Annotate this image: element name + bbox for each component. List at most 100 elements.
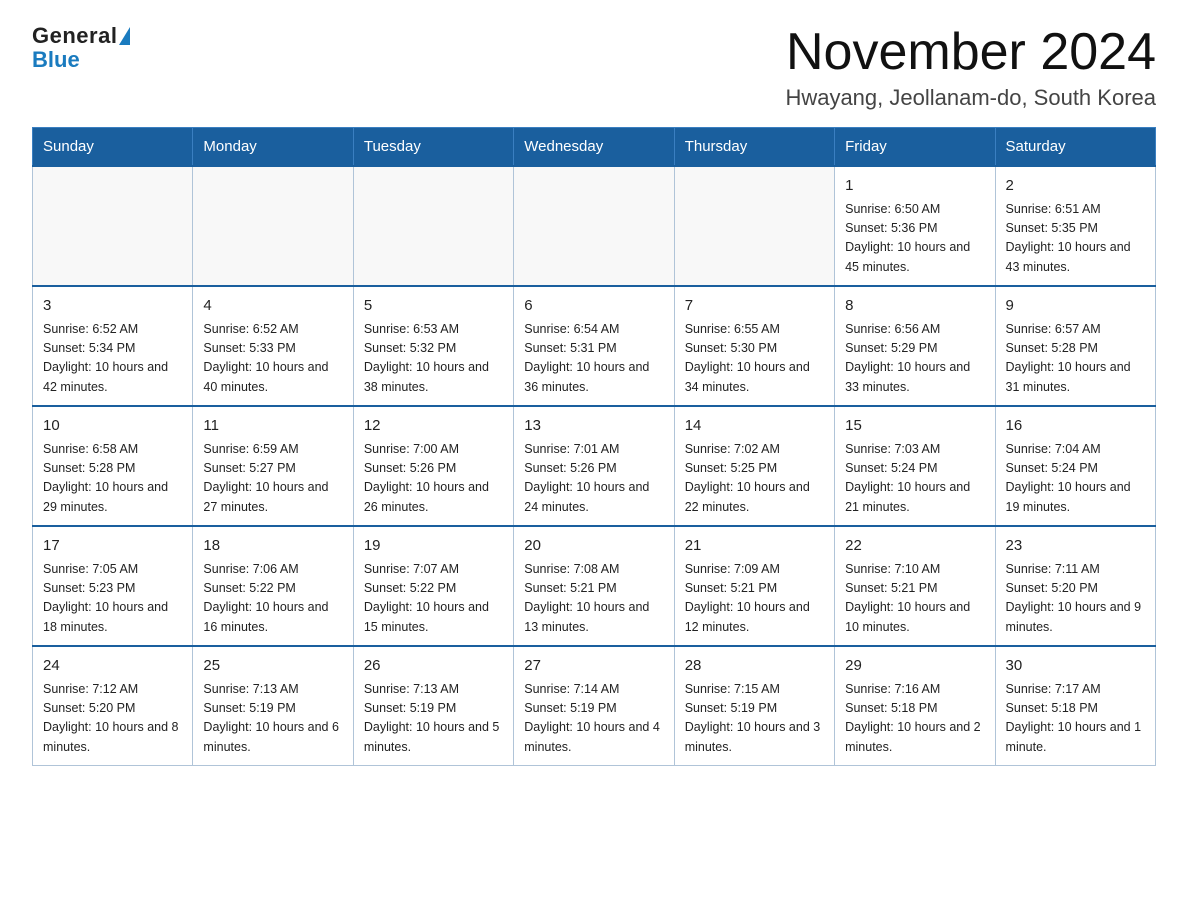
- day-info: Sunrise: 6:53 AMSunset: 5:32 PMDaylight:…: [364, 320, 503, 398]
- calendar-cell: 19Sunrise: 7:07 AMSunset: 5:22 PMDayligh…: [353, 526, 513, 646]
- calendar-cell: 5Sunrise: 6:53 AMSunset: 5:32 PMDaylight…: [353, 286, 513, 406]
- weekday-header-wednesday: Wednesday: [514, 128, 674, 167]
- calendar-cell: 20Sunrise: 7:08 AMSunset: 5:21 PMDayligh…: [514, 526, 674, 646]
- day-number: 27: [524, 655, 663, 678]
- calendar-cell: [353, 166, 513, 286]
- day-info: Sunrise: 7:09 AMSunset: 5:21 PMDaylight:…: [685, 560, 824, 638]
- day-number: 29: [845, 655, 984, 678]
- day-info: Sunrise: 6:55 AMSunset: 5:30 PMDaylight:…: [685, 320, 824, 398]
- day-number: 17: [43, 535, 182, 558]
- day-info: Sunrise: 7:13 AMSunset: 5:19 PMDaylight:…: [203, 680, 342, 758]
- day-info: Sunrise: 7:13 AMSunset: 5:19 PMDaylight:…: [364, 680, 503, 758]
- day-number: 1: [845, 175, 984, 198]
- page-header: General Blue November 2024 Hwayang, Jeol…: [32, 24, 1156, 111]
- day-number: 23: [1006, 535, 1145, 558]
- day-info: Sunrise: 7:01 AMSunset: 5:26 PMDaylight:…: [524, 440, 663, 518]
- day-number: 2: [1006, 175, 1145, 198]
- calendar-cell: 3Sunrise: 6:52 AMSunset: 5:34 PMDaylight…: [33, 286, 193, 406]
- calendar-cell: 1Sunrise: 6:50 AMSunset: 5:36 PMDaylight…: [835, 166, 995, 286]
- logo-triangle-icon: [119, 27, 130, 45]
- day-number: 14: [685, 415, 824, 438]
- calendar-cell: 26Sunrise: 7:13 AMSunset: 5:19 PMDayligh…: [353, 646, 513, 766]
- calendar-cell: 16Sunrise: 7:04 AMSunset: 5:24 PMDayligh…: [995, 406, 1155, 526]
- title-block: November 2024 Hwayang, Jeollanam-do, Sou…: [785, 24, 1156, 111]
- day-info: Sunrise: 6:52 AMSunset: 5:34 PMDaylight:…: [43, 320, 182, 398]
- calendar-cell: 28Sunrise: 7:15 AMSunset: 5:19 PMDayligh…: [674, 646, 834, 766]
- day-info: Sunrise: 7:11 AMSunset: 5:20 PMDaylight:…: [1006, 560, 1145, 638]
- calendar-cell: 9Sunrise: 6:57 AMSunset: 5:28 PMDaylight…: [995, 286, 1155, 406]
- day-info: Sunrise: 7:16 AMSunset: 5:18 PMDaylight:…: [845, 680, 984, 758]
- calendar-cell: 6Sunrise: 6:54 AMSunset: 5:31 PMDaylight…: [514, 286, 674, 406]
- day-number: 9: [1006, 295, 1145, 318]
- day-number: 11: [203, 415, 342, 438]
- calendar-body: 1Sunrise: 6:50 AMSunset: 5:36 PMDaylight…: [33, 166, 1156, 766]
- calendar-cell: 2Sunrise: 6:51 AMSunset: 5:35 PMDaylight…: [995, 166, 1155, 286]
- page-subtitle: Hwayang, Jeollanam-do, South Korea: [785, 85, 1156, 111]
- calendar-cell: 29Sunrise: 7:16 AMSunset: 5:18 PMDayligh…: [835, 646, 995, 766]
- calendar-cell: 12Sunrise: 7:00 AMSunset: 5:26 PMDayligh…: [353, 406, 513, 526]
- calendar-cell: 8Sunrise: 6:56 AMSunset: 5:29 PMDaylight…: [835, 286, 995, 406]
- day-info: Sunrise: 7:14 AMSunset: 5:19 PMDaylight:…: [524, 680, 663, 758]
- weekday-header-row: SundayMondayTuesdayWednesdayThursdayFrid…: [33, 128, 1156, 167]
- calendar-cell: 14Sunrise: 7:02 AMSunset: 5:25 PMDayligh…: [674, 406, 834, 526]
- calendar-week-row: 17Sunrise: 7:05 AMSunset: 5:23 PMDayligh…: [33, 526, 1156, 646]
- weekday-header-saturday: Saturday: [995, 128, 1155, 167]
- day-number: 24: [43, 655, 182, 678]
- logo-general-text: General: [32, 24, 117, 48]
- day-info: Sunrise: 7:08 AMSunset: 5:21 PMDaylight:…: [524, 560, 663, 638]
- calendar-week-row: 10Sunrise: 6:58 AMSunset: 5:28 PMDayligh…: [33, 406, 1156, 526]
- calendar-cell: 24Sunrise: 7:12 AMSunset: 5:20 PMDayligh…: [33, 646, 193, 766]
- calendar-cell: 17Sunrise: 7:05 AMSunset: 5:23 PMDayligh…: [33, 526, 193, 646]
- calendar-cell: 10Sunrise: 6:58 AMSunset: 5:28 PMDayligh…: [33, 406, 193, 526]
- calendar-cell: 18Sunrise: 7:06 AMSunset: 5:22 PMDayligh…: [193, 526, 353, 646]
- calendar-cell: 7Sunrise: 6:55 AMSunset: 5:30 PMDaylight…: [674, 286, 834, 406]
- day-info: Sunrise: 6:52 AMSunset: 5:33 PMDaylight:…: [203, 320, 342, 398]
- day-number: 6: [524, 295, 663, 318]
- day-info: Sunrise: 6:59 AMSunset: 5:27 PMDaylight:…: [203, 440, 342, 518]
- day-info: Sunrise: 6:50 AMSunset: 5:36 PMDaylight:…: [845, 200, 984, 278]
- day-number: 10: [43, 415, 182, 438]
- day-info: Sunrise: 7:15 AMSunset: 5:19 PMDaylight:…: [685, 680, 824, 758]
- day-number: 4: [203, 295, 342, 318]
- day-number: 8: [845, 295, 984, 318]
- calendar-table: SundayMondayTuesdayWednesdayThursdayFrid…: [32, 127, 1156, 766]
- calendar-header: SundayMondayTuesdayWednesdayThursdayFrid…: [33, 128, 1156, 167]
- day-number: 30: [1006, 655, 1145, 678]
- calendar-cell: 21Sunrise: 7:09 AMSunset: 5:21 PMDayligh…: [674, 526, 834, 646]
- calendar-cell: [33, 166, 193, 286]
- day-info: Sunrise: 7:03 AMSunset: 5:24 PMDaylight:…: [845, 440, 984, 518]
- day-number: 15: [845, 415, 984, 438]
- logo: General Blue: [32, 24, 130, 72]
- calendar-week-row: 3Sunrise: 6:52 AMSunset: 5:34 PMDaylight…: [33, 286, 1156, 406]
- calendar-cell: [514, 166, 674, 286]
- weekday-header-friday: Friday: [835, 128, 995, 167]
- day-number: 5: [364, 295, 503, 318]
- day-number: 16: [1006, 415, 1145, 438]
- day-info: Sunrise: 6:58 AMSunset: 5:28 PMDaylight:…: [43, 440, 182, 518]
- calendar-week-row: 1Sunrise: 6:50 AMSunset: 5:36 PMDaylight…: [33, 166, 1156, 286]
- day-info: Sunrise: 6:57 AMSunset: 5:28 PMDaylight:…: [1006, 320, 1145, 398]
- day-number: 22: [845, 535, 984, 558]
- day-number: 21: [685, 535, 824, 558]
- day-info: Sunrise: 7:12 AMSunset: 5:20 PMDaylight:…: [43, 680, 182, 758]
- day-info: Sunrise: 7:07 AMSunset: 5:22 PMDaylight:…: [364, 560, 503, 638]
- day-info: Sunrise: 7:00 AMSunset: 5:26 PMDaylight:…: [364, 440, 503, 518]
- calendar-cell: 23Sunrise: 7:11 AMSunset: 5:20 PMDayligh…: [995, 526, 1155, 646]
- day-info: Sunrise: 7:17 AMSunset: 5:18 PMDaylight:…: [1006, 680, 1145, 758]
- weekday-header-monday: Monday: [193, 128, 353, 167]
- day-number: 20: [524, 535, 663, 558]
- day-number: 28: [685, 655, 824, 678]
- page-title: November 2024: [785, 24, 1156, 81]
- calendar-week-row: 24Sunrise: 7:12 AMSunset: 5:20 PMDayligh…: [33, 646, 1156, 766]
- day-info: Sunrise: 6:54 AMSunset: 5:31 PMDaylight:…: [524, 320, 663, 398]
- calendar-cell: 15Sunrise: 7:03 AMSunset: 5:24 PMDayligh…: [835, 406, 995, 526]
- calendar-cell: 13Sunrise: 7:01 AMSunset: 5:26 PMDayligh…: [514, 406, 674, 526]
- calendar-cell: 30Sunrise: 7:17 AMSunset: 5:18 PMDayligh…: [995, 646, 1155, 766]
- day-number: 12: [364, 415, 503, 438]
- calendar-cell: 25Sunrise: 7:13 AMSunset: 5:19 PMDayligh…: [193, 646, 353, 766]
- weekday-header-tuesday: Tuesday: [353, 128, 513, 167]
- day-number: 3: [43, 295, 182, 318]
- day-info: Sunrise: 6:51 AMSunset: 5:35 PMDaylight:…: [1006, 200, 1145, 278]
- day-number: 26: [364, 655, 503, 678]
- day-number: 19: [364, 535, 503, 558]
